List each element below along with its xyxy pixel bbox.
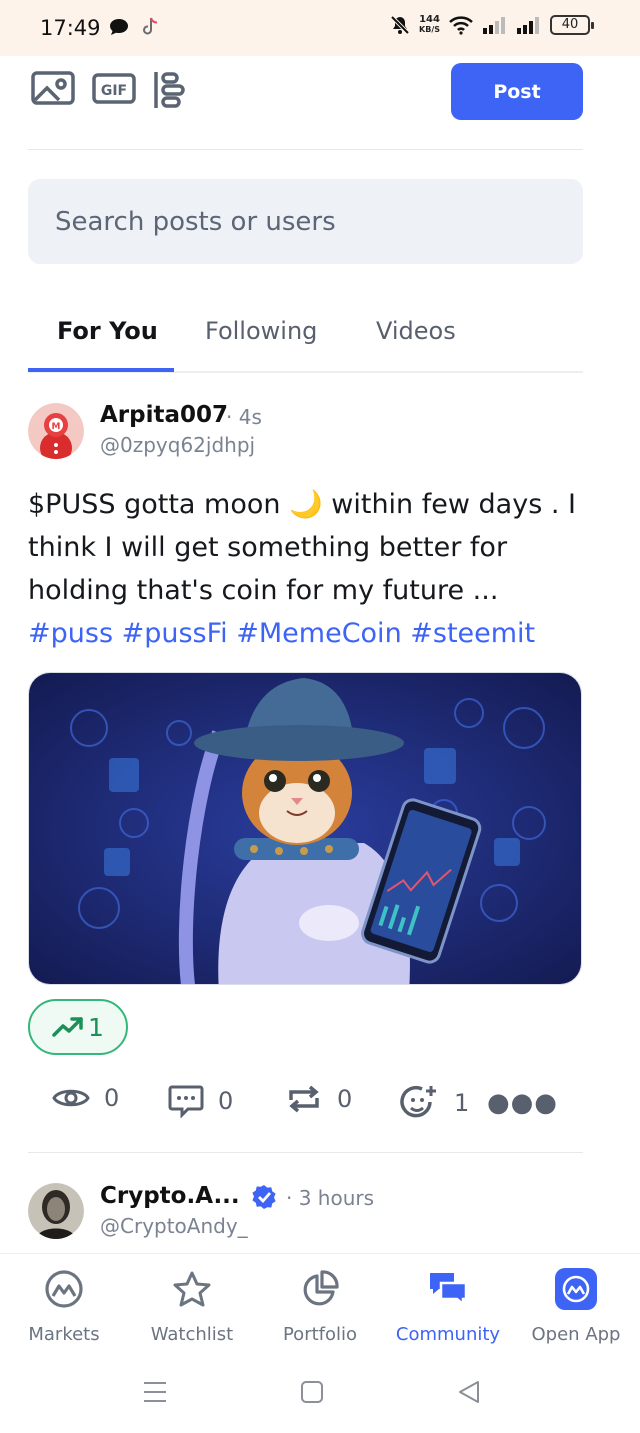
- nav-label: Open App: [531, 1324, 621, 1345]
- verified-badge-icon: [252, 1185, 276, 1209]
- trending-count: 1: [88, 1012, 104, 1042]
- avatar-image: M: [28, 403, 84, 459]
- signal-icon-1: [483, 17, 505, 34]
- post-handle[interactable]: @CryptoAndy_: [100, 1214, 248, 1238]
- post-text-line: holding that's coin for my future ...: [28, 575, 499, 606]
- markets-icon: [45, 1270, 83, 1308]
- eye-icon: [52, 1089, 90, 1107]
- views-count: 0: [104, 1084, 120, 1112]
- post-hashtags[interactable]: #puss #pussFi #MemeCoin #steemit: [28, 612, 588, 655]
- pie-chart-icon: [303, 1270, 339, 1306]
- gif-upload-icon[interactable]: GIF: [92, 70, 136, 106]
- reactions-count: 1: [454, 1089, 470, 1117]
- views-action[interactable]: 0: [52, 1084, 119, 1112]
- cat-crypto-illustration: [29, 673, 581, 984]
- chat-icon: [430, 1273, 468, 1307]
- tab-following[interactable]: Following: [205, 317, 317, 345]
- tab-videos[interactable]: Videos: [376, 317, 456, 345]
- notification-icons: [108, 16, 160, 38]
- status-bar: 17:49 144 KB/S 40: [0, 0, 640, 56]
- speed-value: 144: [419, 14, 440, 25]
- post-image[interactable]: [28, 672, 582, 985]
- poll-icon[interactable]: [152, 70, 186, 110]
- comment-action[interactable]: 0: [168, 1084, 233, 1118]
- composer-toolbar: GIF Post: [28, 60, 583, 150]
- nav-community[interactable]: Community: [384, 1268, 512, 1345]
- system-nav-bar: [0, 1353, 640, 1433]
- home-icon[interactable]: [301, 1381, 323, 1403]
- trending-up-icon: [52, 1017, 83, 1037]
- status-time: 17:49: [40, 16, 101, 40]
- post-button[interactable]: Post: [451, 63, 583, 120]
- network-speed: 144 KB/S: [419, 15, 440, 35]
- react-action[interactable]: 1: [400, 1084, 469, 1122]
- nav-portfolio[interactable]: Portfolio: [256, 1268, 384, 1345]
- avatar-image: [28, 1183, 84, 1239]
- wifi-icon: [449, 16, 473, 35]
- app-logo-icon: [555, 1268, 597, 1310]
- svg-text:M: M: [52, 422, 61, 432]
- post-time: · 4s: [226, 405, 262, 429]
- post-text-line: $PUSS gotta moon 🌙 within few days . I: [28, 489, 576, 520]
- recent-apps-icon[interactable]: [143, 1380, 167, 1404]
- post-handle[interactable]: @0zpyq62jdhpj: [100, 433, 255, 457]
- post-time: · 3 hours: [286, 1186, 375, 1210]
- add-reaction-icon: [400, 1085, 436, 1118]
- nav-label: Markets: [28, 1324, 100, 1345]
- nav-watchlist[interactable]: Watchlist: [128, 1268, 256, 1345]
- speed-unit: KB/S: [419, 25, 440, 34]
- comments-count: 0: [218, 1087, 234, 1115]
- search-input[interactable]: [28, 179, 583, 264]
- comment-icon: [168, 1085, 204, 1118]
- post-author[interactable]: Arpita007: [100, 402, 228, 428]
- nav-label: Community: [395, 1324, 501, 1345]
- bell-muted-icon: [390, 15, 410, 35]
- tiktok-icon: [143, 17, 158, 35]
- active-tab-indicator: [28, 368, 174, 372]
- nav-markets[interactable]: Markets: [0, 1268, 128, 1345]
- post-actions: 0 0 0 1 ●●●: [28, 1078, 583, 1153]
- back-icon[interactable]: [458, 1381, 480, 1403]
- avatar[interactable]: M: [28, 403, 84, 459]
- nav-open-app[interactable]: Open App: [512, 1268, 640, 1345]
- svg-text:GIF: GIF: [101, 83, 127, 99]
- trending-badge[interactable]: 1: [28, 999, 128, 1055]
- bottom-nav: Markets Watchlist Portfolio Community Op…: [0, 1253, 640, 1353]
- more-options-icon[interactable]: ●●●: [487, 1088, 558, 1118]
- avatar[interactable]: [28, 1183, 84, 1239]
- post-author[interactable]: Crypto.A...: [100, 1183, 240, 1209]
- star-icon: [173, 1271, 211, 1307]
- post-body: $PUSS gotta moon 🌙 within few days . I t…: [28, 483, 588, 655]
- image-upload-icon[interactable]: [31, 70, 75, 106]
- post-text-line: think I will get something better for: [28, 532, 508, 563]
- repost-action[interactable]: 0: [285, 1084, 352, 1114]
- battery-indicator: 40: [550, 15, 594, 35]
- signal-icon-2: [517, 17, 539, 34]
- nav-label: Portfolio: [282, 1324, 358, 1345]
- chat-notification-icon: [110, 19, 128, 35]
- repost-icon: [289, 1085, 319, 1113]
- status-right: 144 KB/S 40: [389, 14, 594, 36]
- tab-for-you[interactable]: For You: [57, 317, 158, 345]
- feed-tabs: For You Following Videos: [28, 295, 583, 373]
- nav-label: Watchlist: [150, 1324, 234, 1345]
- reposts-count: 0: [337, 1085, 353, 1113]
